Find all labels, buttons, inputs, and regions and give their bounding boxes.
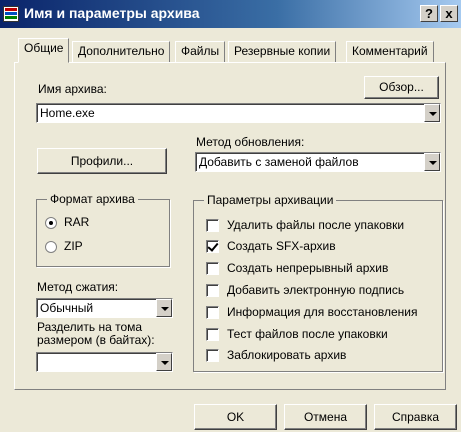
add-signature-checkbox[interactable]	[206, 284, 219, 297]
archive-name-label: Имя архива:	[38, 82, 107, 96]
compression-label: Метод сжатия:	[37, 280, 119, 294]
window-title: Имя и параметры архива	[24, 5, 200, 21]
close-title-button[interactable]: x	[440, 5, 458, 22]
help-button[interactable]: Справка	[374, 404, 457, 430]
archive-name-value: Home.exe	[40, 106, 95, 120]
update-method-select[interactable]: Добавить с заменой файлов	[195, 152, 441, 172]
archive-name-combobox[interactable]: Home.exe	[36, 103, 441, 123]
tab-backups[interactable]: Резервные копии	[228, 41, 337, 62]
ok-button[interactable]: OK	[194, 404, 277, 430]
test-files-label[interactable]: Тест файлов после упаковки	[227, 327, 388, 341]
solid-archive-label[interactable]: Создать непрерывный архив	[227, 261, 388, 275]
archive-options-group: Параметры архивации Удалить файлы после …	[193, 193, 443, 372]
delete-after-label[interactable]: Удалить файлы после упаковки	[227, 218, 404, 232]
winrar-icon	[3, 6, 19, 22]
help-title-button[interactable]: ?	[420, 5, 438, 22]
split-volumes-label: Разделить на тома размером (в байтах):	[37, 321, 155, 347]
archive-name-dropdown-icon[interactable]	[424, 104, 440, 122]
create-sfx-label[interactable]: Создать SFX-архив	[227, 239, 336, 253]
cancel-button[interactable]: Отмена	[284, 404, 367, 430]
recovery-record-label[interactable]: Информация для восстановления	[227, 305, 418, 319]
split-size-dropdown-icon[interactable]	[156, 353, 172, 371]
update-method-label: Метод обновления:	[196, 135, 305, 149]
tab-general[interactable]: Общие	[18, 38, 70, 63]
delete-after-checkbox[interactable]	[206, 219, 219, 232]
update-method-dropdown-icon[interactable]	[424, 153, 440, 171]
tab-comment[interactable]: Комментарий	[346, 41, 434, 62]
create-sfx-checkbox[interactable]	[206, 240, 219, 253]
compression-select[interactable]: Обычный	[36, 298, 173, 318]
rar-radio[interactable]	[45, 217, 57, 229]
profiles-button[interactable]: Профили...	[37, 148, 167, 174]
zip-label[interactable]: ZIP	[64, 239, 83, 253]
lock-archive-checkbox[interactable]	[206, 349, 219, 362]
title-bar[interactable]: Имя и параметры архива ? x	[0, 0, 461, 28]
test-files-checkbox[interactable]	[206, 328, 219, 341]
lock-archive-label[interactable]: Заблокировать архив	[227, 348, 346, 362]
add-signature-label[interactable]: Добавить электронную подпись	[227, 283, 404, 297]
compression-value: Обычный	[40, 301, 94, 315]
tab-advanced[interactable]: Дополнительно	[72, 41, 171, 62]
tab-files[interactable]: Файлы	[175, 41, 226, 62]
archive-dialog: Имя и параметры архива ? x Общие Дополни…	[0, 0, 461, 432]
rar-label[interactable]: RAR	[64, 215, 89, 229]
compression-dropdown-icon[interactable]	[156, 299, 172, 317]
split-size-combobox[interactable]	[36, 352, 173, 372]
browse-button[interactable]: Обзор...	[364, 76, 439, 99]
archive-format-group: Формат архива RAR ZIP	[36, 192, 170, 267]
recovery-record-checkbox[interactable]	[206, 306, 219, 319]
archive-options-title: Параметры архивации	[204, 193, 337, 207]
split-label-line2: размером (в байтах):	[37, 333, 155, 347]
update-method-value: Добавить с заменой файлов	[199, 155, 359, 169]
solid-archive-checkbox[interactable]	[206, 262, 219, 275]
archive-format-title: Формат архива	[47, 192, 138, 206]
zip-radio[interactable]	[45, 241, 57, 253]
